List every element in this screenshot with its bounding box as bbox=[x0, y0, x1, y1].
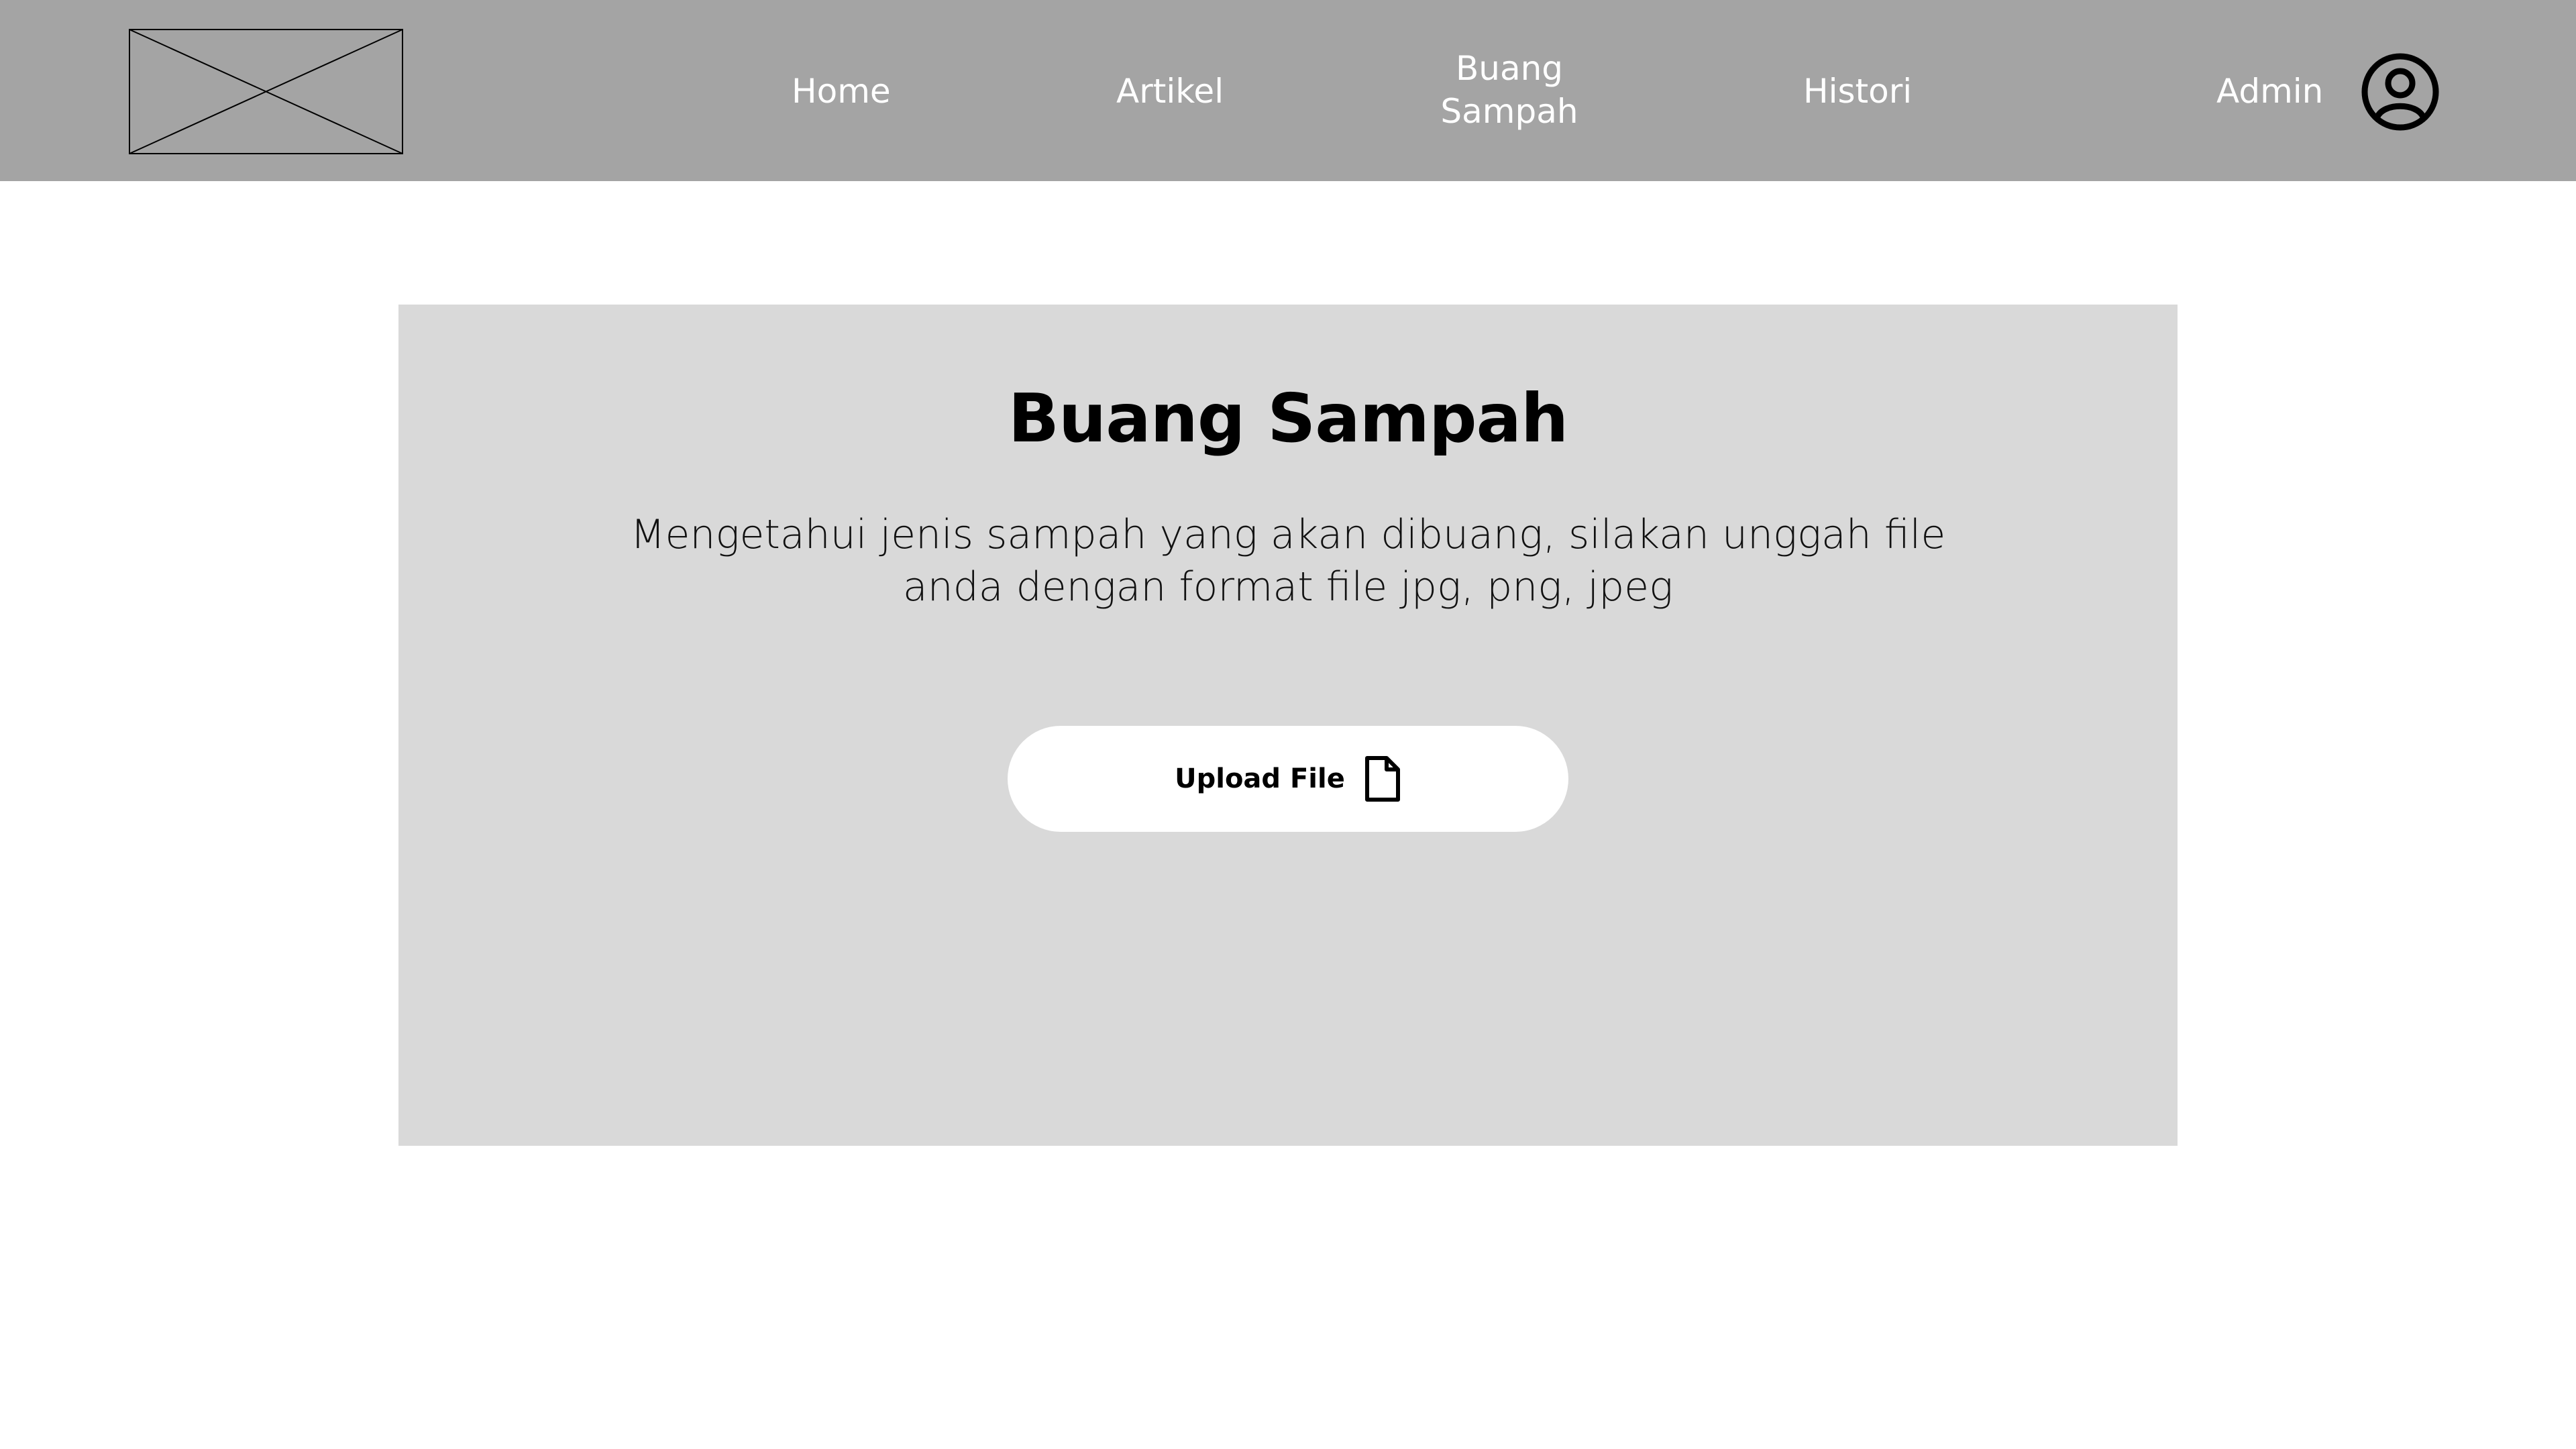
logo-placeholder-icon[interactable] bbox=[129, 29, 403, 154]
nav-item-histori[interactable]: Histori bbox=[1803, 70, 1912, 113]
admin-label[interactable]: Admin bbox=[2216, 70, 2323, 113]
page-title: Buang Sampah bbox=[1008, 379, 1568, 458]
user-circle-icon[interactable] bbox=[2361, 53, 2439, 131]
upload-file-button[interactable]: Upload File bbox=[1008, 726, 1568, 832]
nav-item-home[interactable]: Home bbox=[792, 70, 891, 113]
nav-item-buang-sampah[interactable]: Buang Sampah bbox=[1415, 47, 1603, 133]
file-icon bbox=[1364, 755, 1401, 802]
upload-file-label: Upload File bbox=[1175, 763, 1345, 794]
nav-item-artikel[interactable]: Artikel bbox=[1116, 70, 1224, 113]
top-navbar: Home Artikel Buang Sampah Histori Admin bbox=[0, 0, 2576, 181]
upload-card: Buang Sampah Mengetahui jenis sampah yan… bbox=[398, 305, 2178, 1146]
page-description: Mengetahui jenis sampah yang akan dibuan… bbox=[630, 511, 1946, 610]
